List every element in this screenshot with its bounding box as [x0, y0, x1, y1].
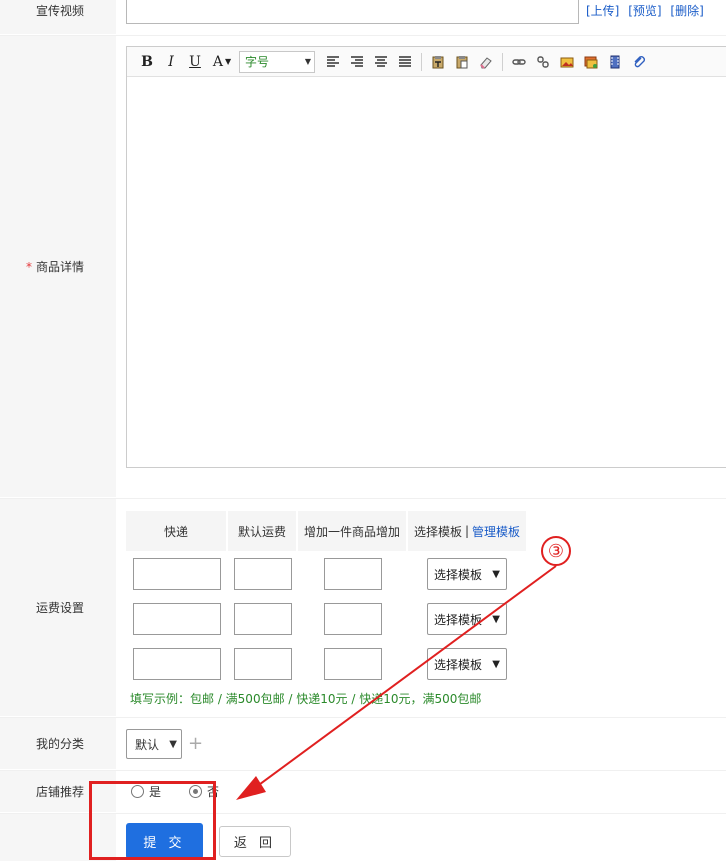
font-size-placeholder: 字号: [245, 55, 270, 69]
preview-link[interactable]: [预览]: [628, 4, 661, 18]
additional-fee-input[interactable]: [324, 558, 382, 590]
category-label: 我的分类: [35, 737, 84, 751]
align-center-button[interactable]: [369, 51, 393, 73]
label-cell-video: 宣传视频: [0, 0, 116, 35]
row-divider: [0, 717, 726, 718]
link-icon: [512, 58, 526, 65]
label-cell-category: 我的分类: [0, 718, 116, 770]
rich-text-editor: B I U A ▼ 字号 ▼: [126, 46, 726, 468]
label-cell-shipping: 运费设置: [0, 499, 116, 717]
font-size-select[interactable]: 字号 ▼: [239, 50, 315, 73]
required-marker: *: [25, 259, 32, 274]
default-fee-input[interactable]: [234, 603, 292, 635]
attachment-button[interactable]: [627, 51, 651, 73]
paste-text-icon: [432, 55, 444, 68]
editor-content-area[interactable]: [127, 77, 726, 467]
template-select-value: 选择模板: [434, 657, 483, 672]
video-button[interactable]: [603, 51, 627, 73]
additional-fee-input[interactable]: [324, 603, 382, 635]
default-fee-input[interactable]: [234, 648, 292, 680]
chevron-down-icon: ▼: [492, 568, 500, 580]
category-select-value: 默认: [135, 737, 160, 752]
additional-fee-input[interactable]: [324, 648, 382, 680]
align-right-icon: [351, 55, 363, 67]
category-select[interactable]: 默认 ▼: [126, 729, 182, 759]
header-express: 快递: [126, 511, 226, 551]
default-fee-input[interactable]: [234, 558, 292, 590]
template-select[interactable]: 选择模板 ▼: [427, 648, 507, 680]
align-right-button[interactable]: [345, 51, 369, 73]
template-select[interactable]: 选择模板 ▼: [427, 558, 507, 590]
header-template-text: 选择模板: [413, 524, 462, 539]
unlink-button[interactable]: [531, 51, 555, 73]
header-express-text: 快递: [163, 524, 188, 539]
chevron-down-icon: ▼: [492, 613, 500, 625]
express-input[interactable]: [133, 648, 221, 680]
back-button[interactable]: 返 回: [219, 826, 291, 857]
image-button[interactable]: [555, 51, 579, 73]
chevron-down-icon: ▼: [169, 738, 177, 750]
template-select-value: 选择模板: [434, 612, 483, 627]
link-button[interactable]: [507, 51, 531, 73]
row-divider: [0, 498, 726, 499]
row-divider: [0, 35, 726, 36]
video-actions: [上传] [预览] [删除]: [586, 2, 709, 19]
product-form-page: 宣传视频 * 商品详情 运费设置 我的分类 店铺推荐 [上传] [预览] [删除…: [0, 0, 726, 862]
express-input[interactable]: [133, 558, 221, 590]
header-additional-fee-text: 增加一件商品增加: [303, 524, 400, 539]
video-url-input[interactable]: [126, 0, 579, 24]
font-color-label: A: [212, 53, 223, 70]
editor-toolbar: B I U A ▼ 字号 ▼: [127, 47, 726, 77]
toolbar-divider: [502, 52, 503, 71]
align-left-icon: [327, 55, 339, 67]
header-additional-fee: 增加一件商品增加: [298, 511, 406, 551]
video-label: 宣传视频: [35, 4, 84, 18]
label-cell-detail: * 商品详情: [0, 36, 116, 498]
detail-label: 商品详情: [35, 260, 84, 274]
chevron-down-icon: ▼: [304, 57, 311, 66]
toolbar-divider: [421, 52, 422, 71]
upload-link[interactable]: [上传]: [586, 4, 619, 18]
template-select[interactable]: 选择模板 ▼: [427, 603, 507, 635]
header-separator: |: [464, 524, 470, 538]
row-divider: [0, 770, 726, 771]
paste-word-button[interactable]: [450, 51, 474, 73]
paste-word-icon: [456, 55, 468, 68]
multi-image-button[interactable]: [579, 51, 603, 73]
express-input[interactable]: [133, 603, 221, 635]
template-select-value: 选择模板: [434, 567, 483, 582]
eraser-button[interactable]: [474, 51, 498, 73]
eraser-icon: [480, 56, 492, 69]
annotation-step-badge: ③: [541, 536, 571, 566]
align-center-icon: [375, 55, 387, 67]
shipping-hint: 填写示例：包邮 / 满500包邮 / 快递10元 / 快递10元，满500包邮: [130, 692, 482, 706]
image-icon: [560, 57, 574, 67]
underline-button[interactable]: U: [183, 51, 207, 73]
align-justify-button[interactable]: [393, 51, 417, 73]
manage-template-link[interactable]: 管理模板: [472, 523, 520, 540]
italic-button[interactable]: I: [159, 51, 183, 73]
delete-link[interactable]: [删除]: [670, 4, 703, 18]
recommend-label: 店铺推荐: [35, 785, 84, 799]
add-category-icon[interactable]: +: [188, 733, 203, 754]
unlink-icon: [537, 55, 549, 68]
chevron-down-icon: ▼: [224, 57, 232, 66]
font-color-button[interactable]: A ▼: [207, 51, 237, 73]
video-icon: [610, 55, 620, 68]
header-template: 选择模板 | 管理模板: [408, 511, 526, 551]
align-justify-icon: [399, 55, 411, 67]
paste-text-button[interactable]: [426, 51, 450, 73]
shipping-label: 运费设置: [35, 601, 84, 615]
align-left-button[interactable]: [321, 51, 345, 73]
bold-button[interactable]: B: [135, 51, 159, 73]
header-default-fee: 默认运费: [228, 511, 296, 551]
header-default-fee-text: 默认运费: [237, 524, 286, 539]
annotation-highlight-box: [89, 781, 216, 860]
multi-image-icon: [584, 56, 598, 68]
chevron-down-icon: ▼: [492, 658, 500, 670]
attachment-icon: [634, 55, 645, 67]
